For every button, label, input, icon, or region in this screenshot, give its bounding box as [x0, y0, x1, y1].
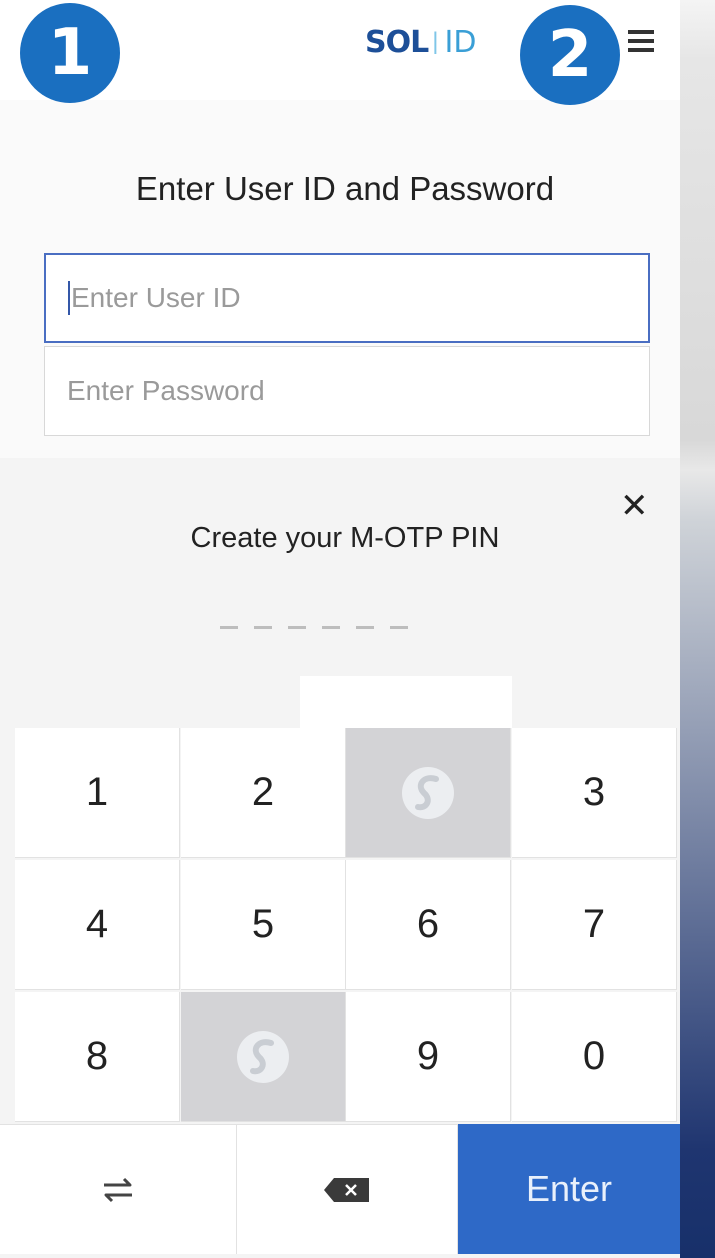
- keypad-row: 1 2 3: [15, 728, 680, 860]
- key-7[interactable]: 7: [512, 860, 677, 990]
- blank-key[interactable]: [346, 728, 511, 858]
- key-8[interactable]: 8: [15, 992, 180, 1122]
- key-9[interactable]: 9: [346, 992, 511, 1122]
- key-3[interactable]: 3: [512, 728, 677, 858]
- pin-slot: [322, 626, 340, 629]
- swap-key[interactable]: [0, 1124, 237, 1254]
- pin-slots: [220, 626, 424, 629]
- pin-pad-title: Create your M-OTP PIN: [190, 522, 500, 554]
- backspace-key[interactable]: [237, 1124, 458, 1254]
- key-4[interactable]: 4: [15, 860, 180, 990]
- key-label: 2: [251, 770, 275, 814]
- pin-slot: [288, 626, 306, 629]
- pin-slot: [356, 626, 374, 629]
- keypad-action-row: Enter: [0, 1124, 680, 1254]
- key-label: 9: [416, 1034, 440, 1078]
- bank-logo-icon: [237, 1030, 289, 1083]
- keypad-row: 8 9 0: [15, 992, 680, 1124]
- key-1[interactable]: 1: [15, 728, 180, 858]
- logo-sol-text: SOL: [365, 24, 429, 60]
- keypad-row: 4 5 6 7: [15, 860, 680, 992]
- step-badge-2: 2: [520, 5, 620, 105]
- text-caret: [68, 281, 70, 315]
- key-2[interactable]: 2: [181, 728, 346, 858]
- backspace-icon: [324, 1177, 369, 1202]
- phone-screen: SOL | ID Enter User ID and Password Ente…: [0, 0, 680, 1258]
- swap-arrows-icon: [104, 1177, 132, 1202]
- key-5[interactable]: 5: [181, 860, 346, 990]
- key-label: 1: [85, 770, 109, 814]
- pin-slot: [390, 626, 408, 629]
- key-label: 3: [582, 770, 606, 814]
- password-placeholder: Enter Password: [67, 375, 265, 406]
- user-id-placeholder: Enter User ID: [71, 282, 241, 313]
- key-label: 7: [582, 902, 606, 946]
- key-label: 6: [416, 902, 440, 946]
- user-id-field[interactable]: Enter User ID: [44, 253, 650, 343]
- key-6[interactable]: 6: [346, 860, 511, 990]
- key-label: 5: [251, 902, 275, 946]
- key-0[interactable]: 0: [512, 992, 677, 1122]
- key-label: 4: [85, 902, 109, 946]
- bank-logo-icon: [402, 766, 454, 819]
- logo-separator: |: [432, 28, 439, 55]
- keypad-notch: [300, 676, 512, 728]
- pin-slot: [254, 626, 272, 629]
- sol-id-logo: SOL | ID: [365, 22, 476, 62]
- step-badge-1: 1: [20, 3, 120, 103]
- key-label: 8: [85, 1034, 109, 1078]
- key-label: 0: [582, 1034, 606, 1078]
- login-title: Enter User ID and Password: [135, 170, 555, 207]
- pin-slot: [220, 626, 238, 629]
- password-field[interactable]: Enter Password: [44, 346, 650, 436]
- pin-pad-panel: ✕ Create your M-OTP PIN 1 2 3 4 5 6 7 8 9 0 Enter: [0, 458, 680, 1258]
- background-strip: [680, 0, 715, 1258]
- enter-button[interactable]: Enter: [458, 1124, 680, 1254]
- close-icon[interactable]: ✕: [620, 486, 649, 526]
- logo-id-text: ID: [444, 24, 477, 60]
- hamburger-icon[interactable]: [628, 30, 654, 52]
- blank-key[interactable]: [181, 992, 346, 1122]
